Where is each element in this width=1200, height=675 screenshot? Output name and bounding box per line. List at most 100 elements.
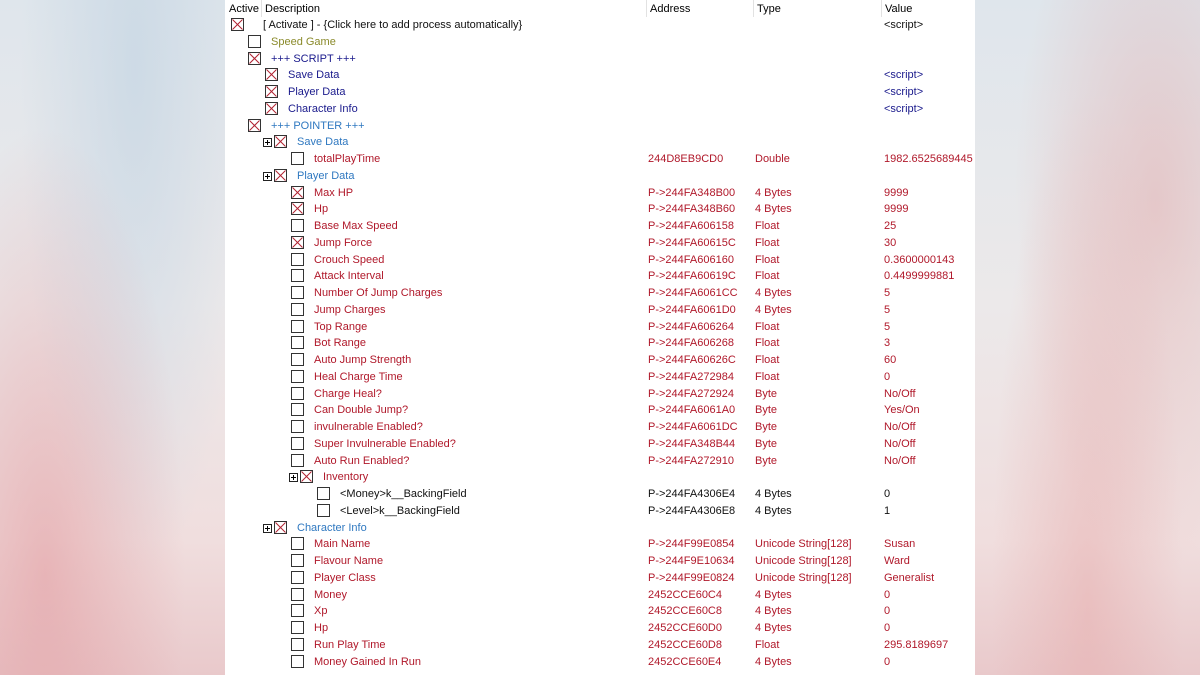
checkbox-unchecked[interactable] bbox=[317, 487, 330, 500]
row-description[interactable]: Save Data bbox=[297, 136, 348, 148]
row-value[interactable]: 3 bbox=[884, 337, 890, 349]
row-description[interactable]: Bot Range bbox=[314, 337, 366, 349]
row-value[interactable]: <script> bbox=[884, 86, 923, 98]
table-row[interactable]: Attack Interval P->244FA60619C Float 0.4499… bbox=[225, 268, 975, 285]
table-row[interactable]: <Level>k__BackingField P->244FA4306E8 4 By… bbox=[225, 503, 975, 520]
checkbox-unchecked[interactable] bbox=[291, 453, 304, 467]
row-address[interactable]: P->244FA6061DC bbox=[648, 421, 738, 433]
column-active[interactable]: Active bbox=[229, 3, 259, 15]
row-address[interactable]: P->244F99E0854 bbox=[648, 538, 735, 550]
row-description[interactable]: Super Invulnerable Enabled? bbox=[314, 438, 456, 450]
row-value[interactable]: 295.8189697 bbox=[884, 639, 948, 651]
row-description[interactable]: Money bbox=[314, 589, 347, 601]
expand-icon[interactable] bbox=[263, 523, 272, 533]
row-value[interactable]: No/Off bbox=[884, 455, 916, 467]
row-type[interactable]: Byte bbox=[755, 388, 777, 400]
row-value[interactable]: Susan bbox=[884, 538, 915, 550]
checkbox-unchecked[interactable] bbox=[291, 570, 304, 584]
row-value[interactable]: 0 bbox=[884, 656, 890, 668]
table-row[interactable]: Top Range P->244FA606264 Float 5 bbox=[225, 319, 975, 336]
row-description[interactable]: Character Info bbox=[288, 103, 358, 115]
row-description[interactable]: Can Double Jump? bbox=[314, 404, 408, 416]
table-row[interactable]: Money Gained In Run 2452CCE60E4 4 Bytes 0 bbox=[225, 654, 975, 671]
row-description[interactable]: Player Data bbox=[297, 170, 354, 182]
checkbox-unchecked[interactable] bbox=[291, 621, 304, 634]
row-description[interactable]: Auto Jump Strength bbox=[314, 354, 411, 366]
row-value[interactable]: 1 bbox=[884, 505, 890, 517]
row-description[interactable]: <Money>k__BackingField bbox=[340, 488, 467, 500]
checkbox-checked[interactable] bbox=[274, 135, 287, 149]
row-address[interactable]: P->244FA606160 bbox=[648, 254, 734, 266]
row-type[interactable]: 4 Bytes bbox=[755, 187, 792, 199]
checkbox-unchecked[interactable] bbox=[291, 637, 304, 651]
row-type[interactable]: Double bbox=[755, 153, 790, 165]
row-type[interactable]: 4 Bytes bbox=[755, 505, 792, 517]
row-description[interactable]: <Level>k__BackingField bbox=[340, 505, 460, 517]
row-address[interactable]: 2452CCE60D0 bbox=[648, 622, 722, 634]
row-address[interactable]: 2452CCE60C8 bbox=[648, 605, 722, 617]
row-value[interactable]: 5 bbox=[884, 321, 890, 333]
checkbox-unchecked[interactable] bbox=[291, 436, 304, 450]
row-type[interactable]: Float bbox=[755, 639, 779, 651]
row-address[interactable]: 2452CCE60D8 bbox=[648, 639, 722, 651]
checkbox-checked[interactable] bbox=[248, 118, 261, 132]
row-address[interactable]: 2452CCE60C4 bbox=[648, 589, 722, 601]
row-address[interactable]: P->244FA348B60 bbox=[648, 203, 735, 215]
row-description[interactable]: Save Data bbox=[288, 69, 339, 81]
row-description[interactable]: totalPlayTime bbox=[314, 153, 380, 165]
row-value[interactable]: 0.3600000143 bbox=[884, 254, 954, 266]
row-value[interactable]: 0 bbox=[884, 488, 890, 500]
row-address[interactable]: P->244FA4306E8 bbox=[648, 505, 735, 517]
row-address[interactable]: P->244F9E10634 bbox=[648, 555, 735, 567]
row-type[interactable]: Unicode String[128] bbox=[755, 538, 852, 550]
checkbox-checked[interactable] bbox=[274, 168, 287, 182]
row-address[interactable]: P->244F99E0824 bbox=[648, 572, 735, 584]
row-address[interactable]: P->244FA60619C bbox=[648, 270, 736, 282]
checkbox-unchecked[interactable] bbox=[248, 34, 261, 48]
checkbox-unchecked[interactable] bbox=[291, 302, 304, 316]
row-description[interactable]: Inventory bbox=[323, 471, 368, 483]
table-row[interactable]: <Money>k__BackingField P->244FA4306E4 4 By… bbox=[225, 486, 975, 503]
table-row[interactable]: Money 2452CCE60C4 4 Bytes 0 bbox=[225, 587, 975, 604]
row-description[interactable]: Character Info bbox=[297, 522, 367, 534]
row-description[interactable]: Base Max Speed bbox=[314, 220, 398, 232]
table-row[interactable]: Xp 2452CCE60C8 4 Bytes 0 bbox=[225, 603, 975, 620]
table-row[interactable]: Player Class P->244F99E0824 Unicode String… bbox=[225, 570, 975, 587]
row-type[interactable]: 4 Bytes bbox=[755, 287, 792, 299]
row-value[interactable]: <script> bbox=[884, 19, 923, 31]
row-value[interactable]: 9999 bbox=[884, 187, 908, 199]
row-description[interactable]: Max HP bbox=[314, 187, 353, 199]
checkbox-unchecked[interactable] bbox=[291, 604, 304, 618]
row-description[interactable]: Xp bbox=[314, 605, 327, 617]
row-address[interactable]: P->244FA60615C bbox=[648, 237, 736, 249]
table-row[interactable]: Run Play Time 2452CCE60D8 Float 295.8189697 bbox=[225, 637, 975, 654]
row-type[interactable]: Byte bbox=[755, 455, 777, 467]
row-value[interactable]: Yes/On bbox=[884, 404, 920, 416]
row-type[interactable]: Float bbox=[755, 220, 779, 232]
row-type[interactable]: Unicode String[128] bbox=[755, 572, 852, 584]
row-description[interactable]: Charge Heal? bbox=[314, 388, 382, 400]
row-type[interactable]: Byte bbox=[755, 438, 777, 450]
table-row[interactable]: Auto Jump Strength P->244FA60626C Float 60 bbox=[225, 352, 975, 369]
checkbox-checked[interactable] bbox=[291, 235, 304, 249]
row-type[interactable]: Float bbox=[755, 270, 779, 282]
row-address[interactable]: 244D8EB9CD0 bbox=[648, 153, 723, 165]
table-row[interactable]: Jump Force P->244FA60615C Float 30 bbox=[225, 235, 975, 252]
checkbox-unchecked[interactable] bbox=[291, 369, 304, 383]
row-type[interactable]: 4 Bytes bbox=[755, 488, 792, 500]
row-address[interactable]: P->244FA272910 bbox=[648, 455, 734, 467]
row-address[interactable]: P->244FA606264 bbox=[648, 321, 734, 333]
column-divider[interactable] bbox=[753, 0, 754, 17]
expand-icon[interactable] bbox=[263, 171, 272, 181]
table-row[interactable]: Jump Charges P->244FA6061D0 4 Bytes 5 bbox=[225, 302, 975, 319]
row-value[interactable]: 30 bbox=[884, 237, 896, 249]
table-row[interactable]: Super Invulnerable Enabled? P->244FA348B4… bbox=[225, 436, 975, 453]
row-address[interactable]: P->244FA606158 bbox=[648, 220, 734, 232]
column-divider[interactable] bbox=[261, 0, 262, 17]
row-address[interactable]: P->244FA4306E4 bbox=[648, 488, 735, 500]
row-value[interactable]: No/Off bbox=[884, 388, 916, 400]
table-row[interactable]: Player Data <script> bbox=[225, 84, 975, 101]
row-description[interactable]: Jump Charges bbox=[314, 304, 386, 316]
row-value[interactable]: No/Off bbox=[884, 421, 916, 433]
checkbox-checked[interactable] bbox=[265, 101, 278, 115]
